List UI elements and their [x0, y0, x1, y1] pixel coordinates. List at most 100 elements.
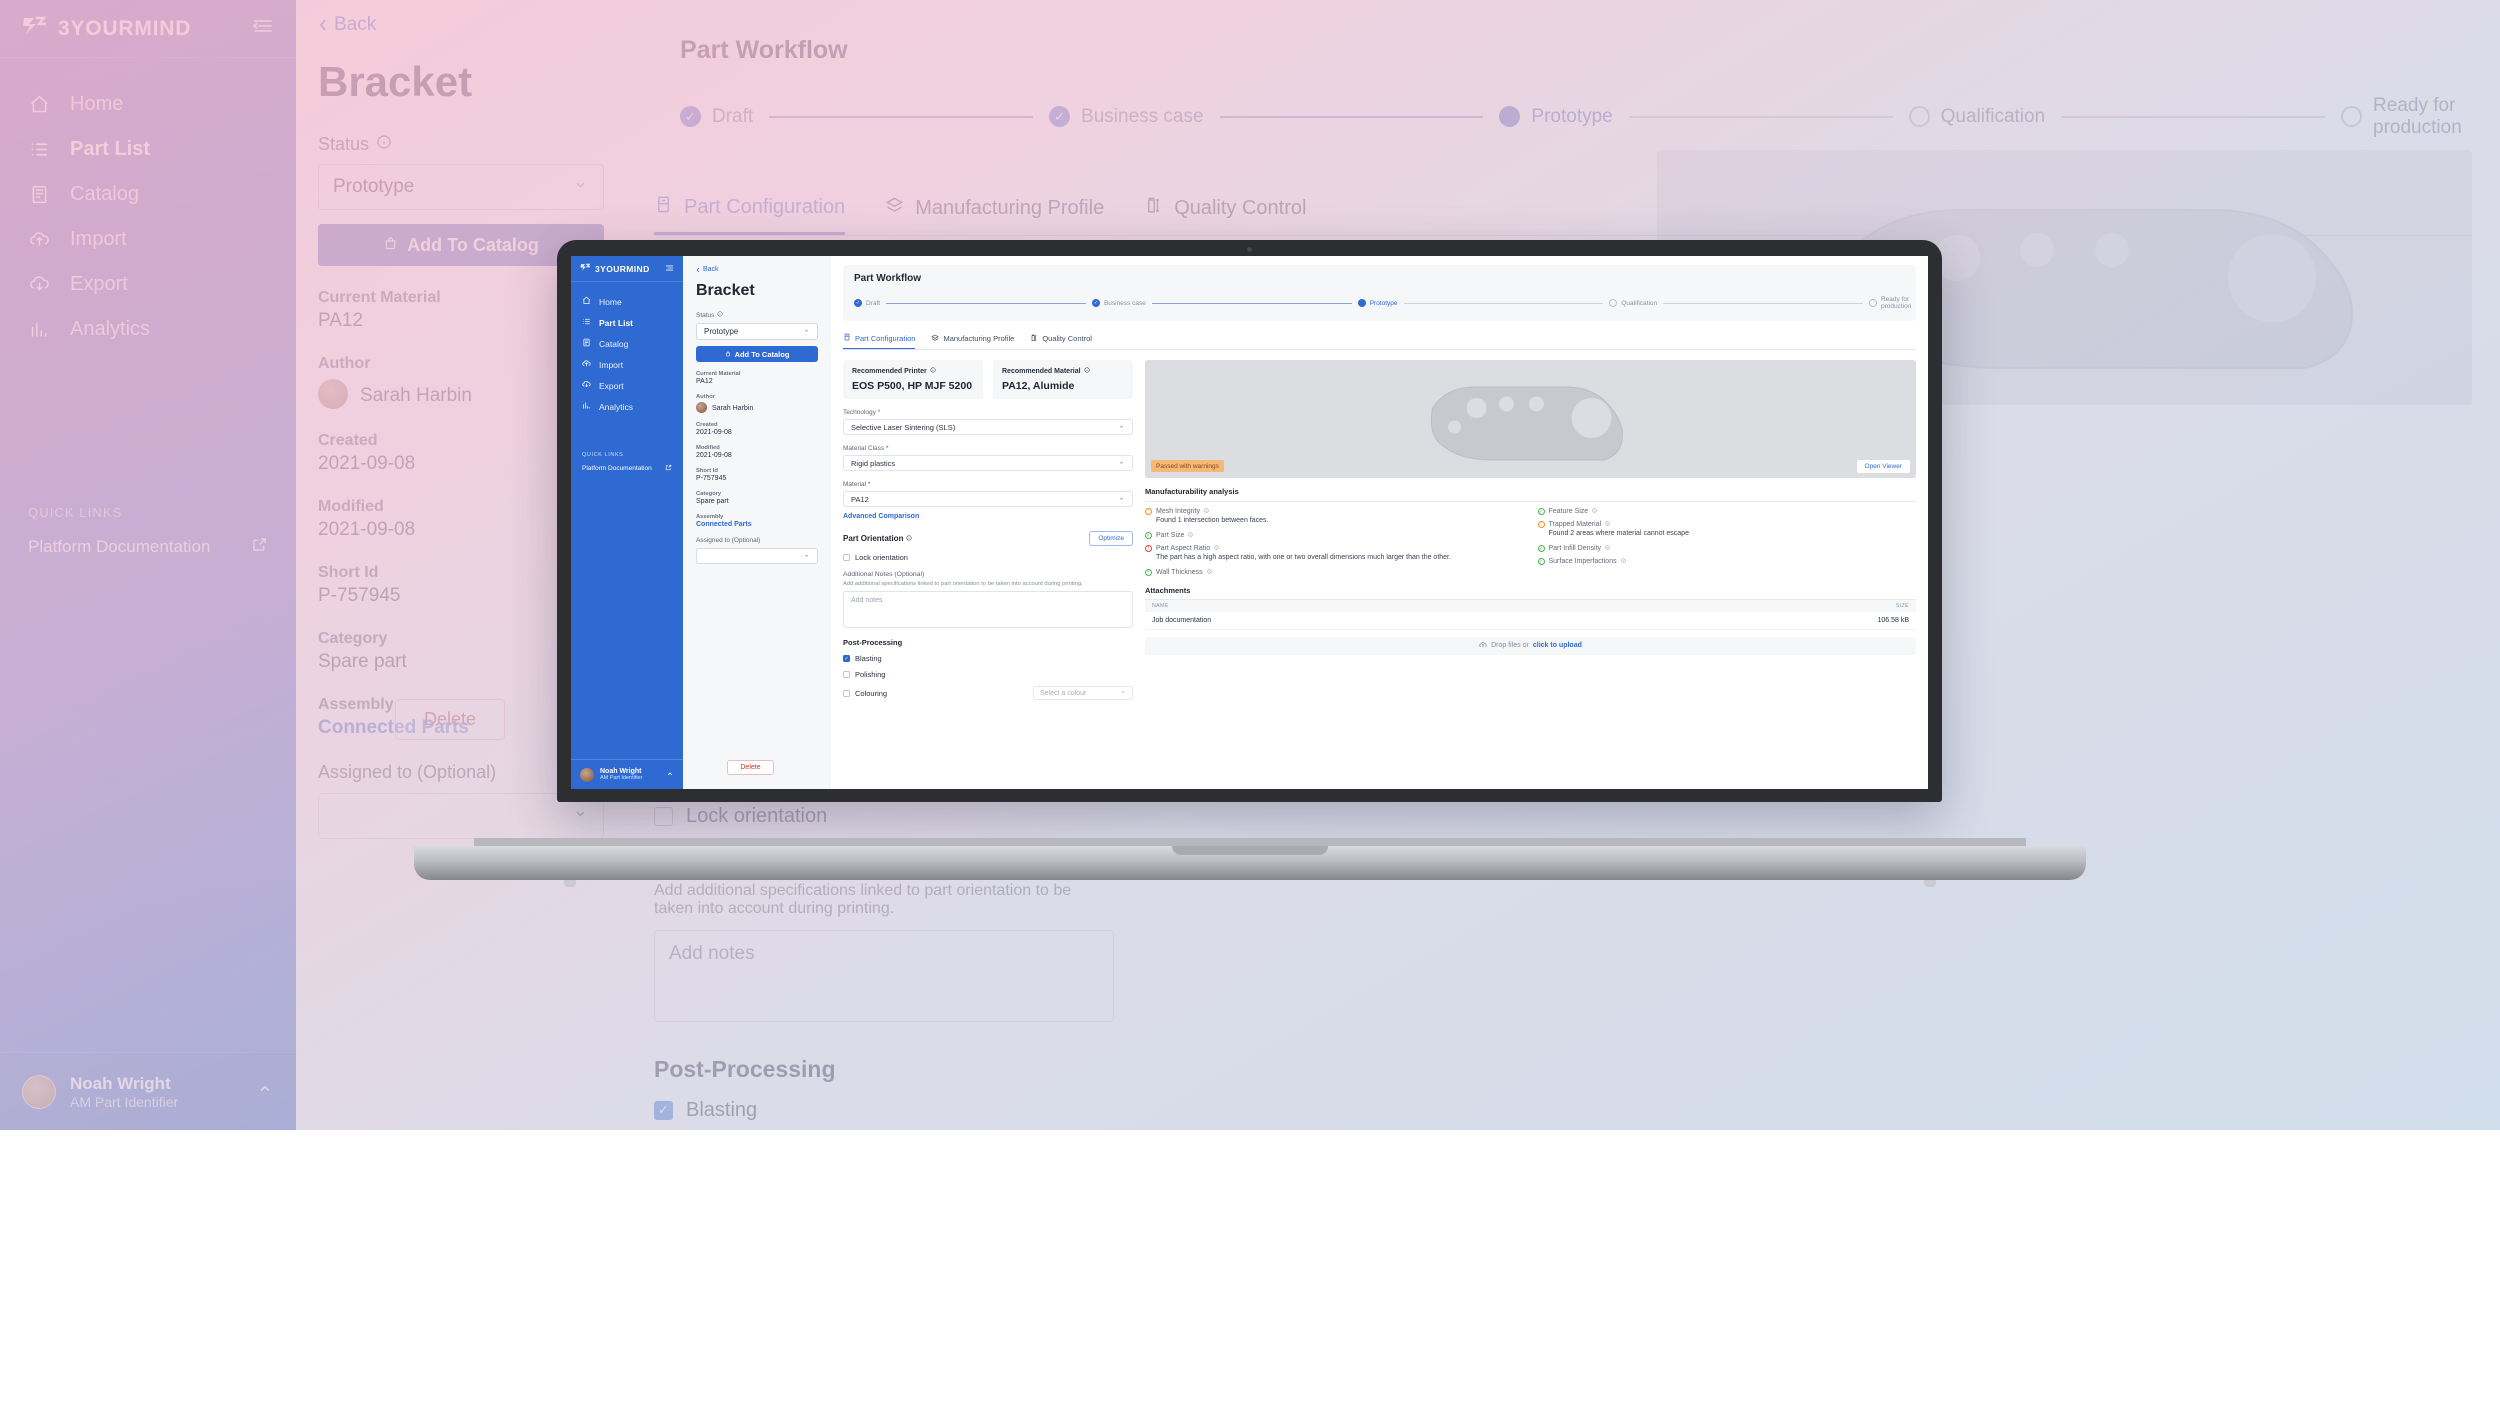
sidebar-item-home[interactable]: Home	[0, 82, 296, 127]
sidebar-item-label: Part List	[70, 138, 151, 160]
app-user-menu[interactable]: Noah Wright AM Part Identifier	[571, 759, 683, 789]
attachment-name: Job documentation	[1152, 616, 1212, 624]
workflow-step-ready-for-production[interactable]: Ready for production	[2341, 95, 2462, 139]
option-polishing[interactable]: Polishing	[843, 670, 1133, 679]
technology-select[interactable]: Selective Laser Sintering (SLS)	[843, 419, 1133, 436]
app-brand: 3YOURMIND	[571, 256, 683, 282]
column-name: NAME	[1152, 602, 1169, 609]
status-select[interactable]: Prototype	[318, 164, 604, 210]
option-colouring[interactable]: Colouring Select a colour	[843, 686, 1133, 701]
workflow-connector	[2061, 115, 2326, 118]
sidebar-item-import[interactable]: Import	[571, 354, 683, 375]
sidebar-item-export[interactable]: Export	[571, 375, 683, 396]
notes-placeholder: Add notes	[851, 597, 883, 605]
tab-quality-control[interactable]: Quality Control	[1030, 333, 1092, 349]
back-link[interactable]: Back	[696, 266, 818, 273]
connected-parts-link[interactable]: Connected Parts	[696, 521, 818, 528]
recommendation-cards: Recommended Printer EOS P500, HP MJF 520…	[843, 360, 1133, 400]
colour-select[interactable]: Select a colour	[1033, 686, 1133, 701]
quick-link-platform-documentation[interactable]: Platform Documentation	[582, 464, 672, 473]
error-icon: !	[1145, 545, 1152, 553]
sidebar-item-analytics[interactable]: Analytics	[571, 396, 683, 417]
avatar	[22, 1074, 56, 1109]
workflow-step-qualification[interactable]: Qualification	[1609, 299, 1657, 308]
part-config-icon	[843, 333, 851, 343]
workflow-title: Part Workflow	[854, 273, 922, 284]
material-label: Material *	[843, 481, 871, 489]
post-processing-heading: Post-Processing	[654, 1055, 836, 1082]
tab-manufacturing-profile[interactable]: Manufacturing Profile	[885, 195, 1104, 235]
sidebar-item-part-list[interactable]: Part List	[571, 312, 683, 333]
cloud-download-icon	[28, 274, 50, 296]
open-viewer-button[interactable]: Open Viewer	[1856, 460, 1910, 474]
status-value: Prototype	[704, 327, 739, 336]
tab-part-configuration[interactable]: Part Configuration	[654, 195, 846, 235]
advanced-comparison-link[interactable]: Advanced Comparison	[843, 513, 1133, 520]
sidebar-item-catalog[interactable]: Catalog	[571, 333, 683, 354]
back-label: Back	[703, 266, 719, 273]
back-link[interactable]: Back	[318, 14, 604, 36]
checkbox: ✓	[654, 1100, 673, 1120]
collapse-sidebar-icon[interactable]	[252, 17, 274, 40]
sidebar-item-import[interactable]: Import	[0, 217, 296, 262]
recommended-printer-label: Recommended Printer	[852, 367, 974, 375]
sidebar-item-label: Export	[599, 380, 624, 391]
workflow-step-prototype[interactable]: Prototype	[1357, 299, 1398, 308]
file-dropzone[interactable]: Drop files or click to upload	[1145, 636, 1916, 655]
sidebar-item-analytics[interactable]: Analytics	[0, 307, 296, 352]
tab-manufacturing-profile[interactable]: Manufacturing Profile	[931, 333, 1014, 349]
bg-workflow-card: Part Workflow ✓ Draft ✓ Business case Pr…	[654, 16, 2472, 165]
check-icon: ✓	[680, 106, 701, 128]
delete-button[interactable]: Delete	[683, 760, 818, 775]
workflow-step-qualification[interactable]: Qualification	[1908, 106, 2045, 128]
author-name: Sarah Harbin	[712, 404, 754, 412]
option-blasting[interactable]: ✓ Blasting	[654, 1099, 1114, 1122]
tab-quality-control[interactable]: Quality Control	[1144, 195, 1306, 235]
sidebar-item-label: Import	[599, 359, 624, 370]
chevron-down-icon	[803, 327, 810, 336]
workflow-step-ready-for-production[interactable]: Ready for production	[1869, 296, 1911, 310]
quick-link-platform-documentation[interactable]: Platform Documentation	[28, 536, 268, 558]
app-quick-links: QUICK LINKS Platform Documentation	[571, 452, 683, 473]
tab-part-configuration[interactable]: Part Configuration	[843, 333, 916, 350]
check-header: ✓ Part Infill Density	[1537, 545, 1917, 553]
sidebar-item-catalog[interactable]: Catalog	[0, 172, 296, 217]
assigned-to-select[interactable]	[696, 548, 818, 564]
check-part-infill-density: ✓ Part Infill Density	[1537, 545, 1917, 553]
user-name: Noah Wright	[70, 1073, 171, 1093]
sidebar-item-home[interactable]: Home	[571, 291, 683, 312]
table-row[interactable]: Job documentation 106.58 kB	[1145, 612, 1916, 630]
layers-icon	[885, 196, 904, 221]
workflow-step-draft[interactable]: ✓ Draft	[680, 106, 753, 128]
workflow-step-prototype[interactable]: Prototype	[1499, 106, 1613, 128]
page-title: Bracket	[696, 282, 755, 299]
material-select[interactable]: PA12	[843, 491, 1133, 508]
workflow-title: Part Workflow	[680, 36, 848, 64]
add-to-catalog-button[interactable]: Add To Catalog	[696, 346, 818, 362]
status-select[interactable]: Prototype	[696, 323, 818, 340]
workflow-step-business-case[interactable]: ✓ Business case	[1049, 106, 1204, 128]
lock-orientation-checkbox[interactable]: Lock orientation	[843, 553, 1133, 562]
sidebar-item-part-list[interactable]: Part List	[0, 127, 296, 172]
workflow-step-business-case[interactable]: ✓ Business case	[1091, 299, 1146, 308]
additional-notes-textarea[interactable]: Add notes	[654, 929, 1114, 1022]
avatar	[696, 402, 707, 413]
workflow-connector	[1628, 115, 1893, 118]
part-viewer[interactable]: Passed with warnings Open Viewer	[1145, 360, 1916, 479]
upload-link[interactable]: click to upload	[1533, 642, 1582, 649]
bg-user-menu[interactable]: Noah Wright AM Part Identifier	[0, 1052, 296, 1130]
additional-notes-textarea[interactable]: Add notes	[843, 591, 1133, 629]
chevron-down-icon	[1120, 689, 1126, 697]
material-class-select[interactable]: Rigid plastics	[843, 455, 1133, 472]
info-icon	[1204, 508, 1209, 515]
status-value: Prototype	[333, 176, 415, 197]
option-blasting[interactable]: ✓ Blasting	[843, 654, 1133, 663]
optimize-button[interactable]: Optimize	[1089, 531, 1133, 547]
sidebar-item-export[interactable]: Export	[0, 262, 296, 307]
workflow-connector	[886, 302, 1086, 304]
bag-icon	[725, 350, 731, 359]
check-icon: ✓	[1537, 558, 1545, 566]
workflow-step-draft[interactable]: ✓ Draft	[854, 299, 880, 308]
recommended-material-value: PA12, Alumide	[1002, 380, 1075, 393]
collapse-sidebar-icon[interactable]	[665, 264, 674, 274]
